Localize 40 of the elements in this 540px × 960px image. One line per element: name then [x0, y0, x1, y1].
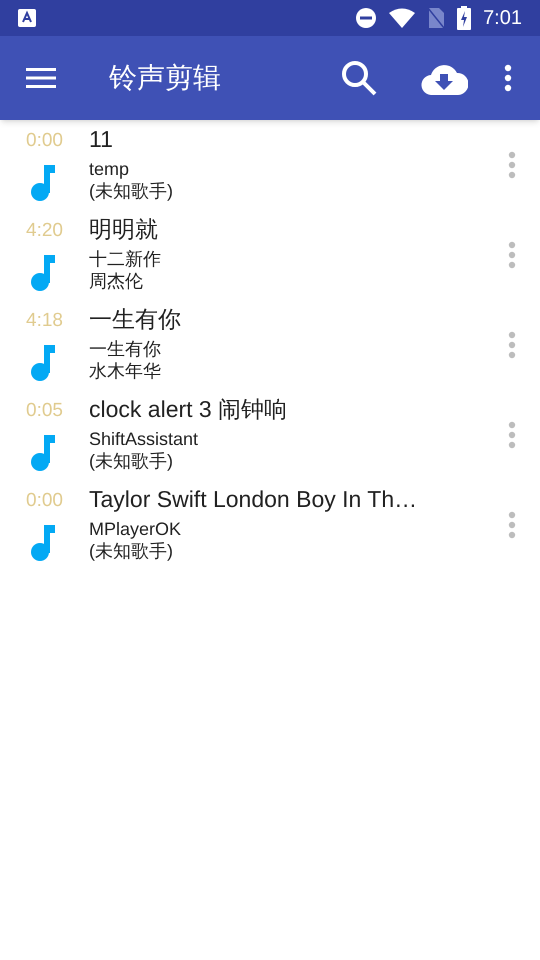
song-options-button[interactable]: [508, 241, 516, 269]
song-title: 11: [89, 125, 114, 154]
song-artist: 水木年华: [89, 360, 162, 382]
song-duration: 0:00: [26, 129, 63, 153]
song-artist: (未知歌手): [89, 540, 174, 562]
song-options-button[interactable]: [508, 421, 516, 449]
music-note-icon: [30, 345, 56, 381]
song-duration: 4:20: [26, 219, 63, 243]
song-album: 十二新作: [89, 248, 162, 270]
song-duration: 4:18: [26, 309, 63, 333]
more-options-button[interactable]: [504, 64, 512, 92]
song-options-button[interactable]: [508, 331, 516, 359]
wifi-icon: [389, 8, 416, 28]
song-artist: 周杰伦: [89, 270, 144, 292]
song-album: MPlayerOK: [89, 518, 182, 540]
song-album: temp: [89, 158, 130, 180]
song-duration: 0:00: [26, 489, 63, 513]
song-title: 一生有你: [89, 305, 182, 334]
search-button[interactable]: [340, 59, 378, 97]
battery-charging-icon: [457, 6, 472, 30]
song-duration: 0:05: [26, 399, 63, 423]
song-title: 明明就: [89, 215, 159, 244]
music-note-icon: [30, 165, 56, 201]
menu-button[interactable]: [26, 66, 56, 90]
song-artist: (未知歌手): [89, 180, 174, 202]
song-album: ShiftAssistant: [89, 428, 200, 450]
music-note-icon: [30, 435, 56, 471]
song-title: Taylor Swift London Boy In Th…: [89, 485, 418, 514]
song-album: 一生有你: [89, 338, 162, 360]
notification-icon: [18, 9, 36, 27]
status-time: 7:01: [483, 6, 522, 31]
music-note-icon: [30, 525, 56, 561]
do-not-disturb-icon: [355, 7, 378, 29]
song-options-button[interactable]: [508, 151, 516, 179]
song-artist: (未知歌手): [89, 450, 174, 472]
song-title: clock alert 3 闹钟响: [89, 395, 288, 424]
song-options-button[interactable]: [508, 511, 516, 539]
no-sim-icon: [427, 7, 446, 29]
music-note-icon: [30, 255, 56, 291]
app-title: 铃声剪辑: [109, 61, 221, 95]
